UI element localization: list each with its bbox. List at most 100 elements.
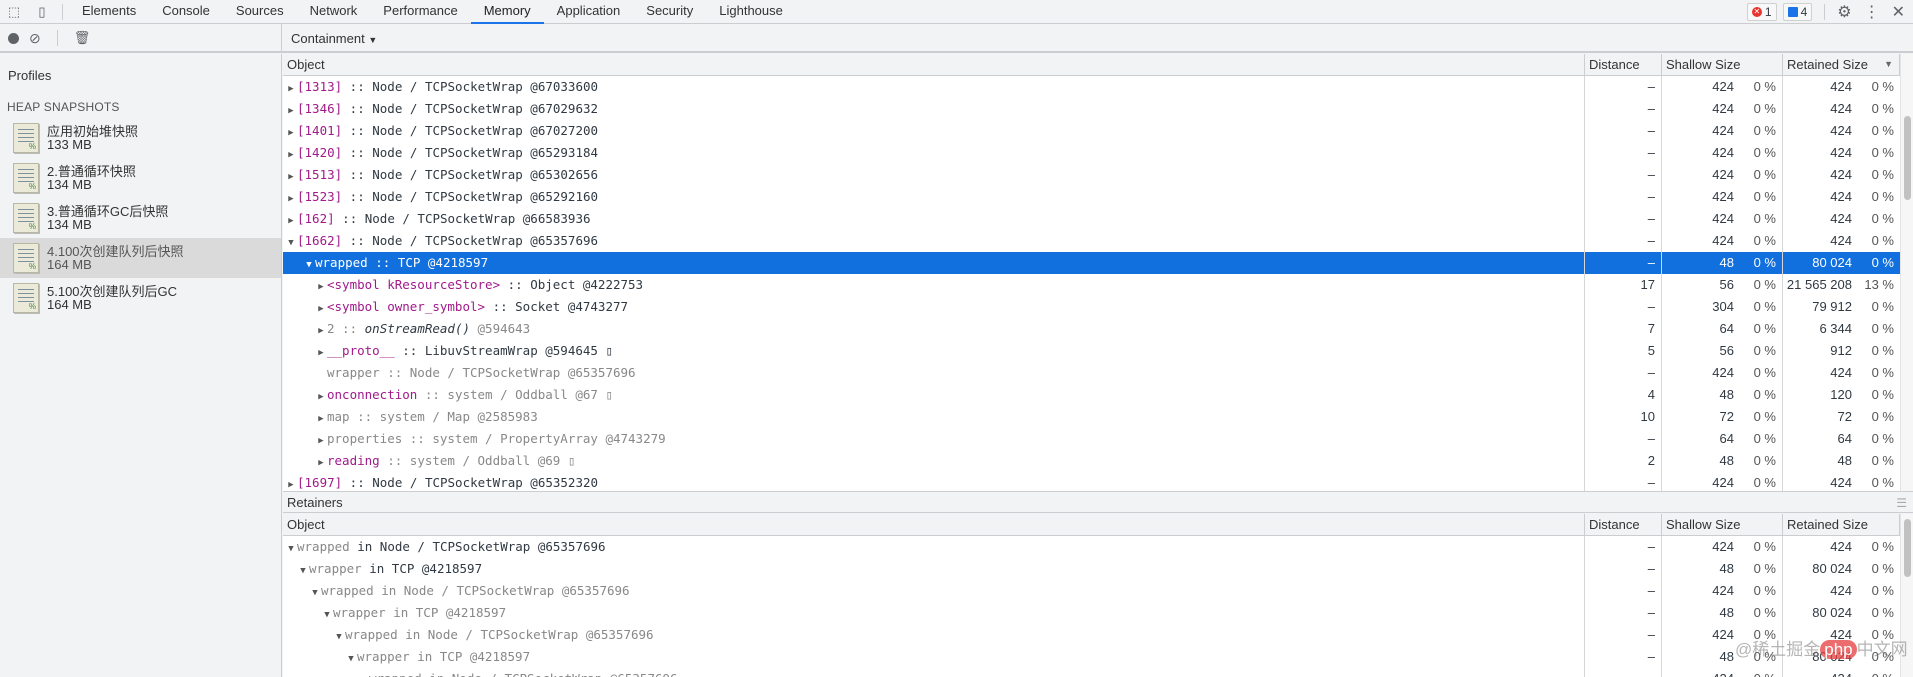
table-row[interactable]: ▶ <symbol owner_symbol> :: Socket @474327… [283, 296, 1913, 318]
table-row[interactable]: ▼ [1662] :: Node / TCPSocketWrap @6535769… [283, 230, 1913, 252]
expanded-arrow-icon[interactable]: ▼ [309, 582, 321, 602]
expanded-arrow-icon[interactable]: ▼ [345, 648, 357, 668]
object-cell: ▼ wrapper in TCP @4218597 [283, 558, 1585, 580]
scrollbar-thumb[interactable] [1904, 519, 1911, 577]
table-row[interactable]: ▶ [1513] :: Node / TCPSocketWrap @6530265… [283, 164, 1913, 186]
table-row[interactable]: ▶ [1401] :: Node / TCPSocketWrap @6702720… [283, 120, 1913, 142]
collapsed-arrow-icon[interactable]: ▶ [315, 342, 327, 362]
expanded-arrow-icon[interactable]: ▼ [303, 254, 315, 274]
column-shallow-size[interactable]: Shallow Size [1662, 54, 1783, 75]
tab-sources[interactable]: Sources [223, 0, 297, 24]
inspect-element-icon[interactable]: ⬚ [0, 0, 28, 24]
resize-handle-icon[interactable]: ☰ [1896, 496, 1907, 510]
tab-performance[interactable]: Performance [370, 0, 470, 24]
table-row[interactable]: ▶ [1346] :: Node / TCPSocketWrap @6702963… [283, 98, 1913, 120]
collapsed-arrow-icon[interactable]: ▶ [315, 408, 327, 428]
gear-icon[interactable]: ⚙ [1837, 2, 1851, 22]
expanded-arrow-icon[interactable]: ▼ [321, 604, 333, 624]
column-object[interactable]: Object [283, 54, 1585, 75]
distance-cell: – [1585, 296, 1662, 318]
column-object[interactable]: Object [283, 514, 1585, 535]
tab-application[interactable]: Application [544, 0, 634, 24]
view-selector[interactable]: Containment ▼ [282, 31, 377, 46]
collapsed-arrow-icon[interactable]: ▶ [315, 298, 327, 318]
table-row[interactable]: ▼wrapped in Node / TCPSocketWrap @653576… [283, 580, 1913, 602]
object-cell: ▼ [1662] :: Node / TCPSocketWrap @6535769… [283, 230, 1585, 252]
snapshot-item[interactable]: % 3.普通循环GC后快照 134 MB [0, 198, 281, 238]
collapsed-arrow-icon[interactable]: ▶ [285, 100, 297, 120]
expanded-arrow-icon[interactable]: ▼ [297, 560, 309, 580]
table-row[interactable]: ▶ [1697] :: Node / TCPSocketWrap @6535232… [283, 472, 1913, 491]
clear-icon[interactable]: ⊘ [29, 30, 41, 47]
table-row[interactable]: ▼wrapped in Node / TCPSocketWrap @653576… [283, 536, 1913, 558]
error-badge[interactable]: ✕ 1 [1746, 2, 1777, 21]
shallow-size-value: 48 [1719, 453, 1734, 468]
collapsed-arrow-icon[interactable]: ▶ [315, 452, 327, 472]
column-distance[interactable]: Distance [1585, 54, 1662, 75]
snapshot-item[interactable]: % 4.100次创建队列后快照 164 MB [0, 238, 281, 278]
expanded-arrow-icon[interactable]: ▼ [285, 538, 297, 558]
table-row[interactable]: ▼wrapper in TCP @4218597–480 %80 0240 % [283, 646, 1913, 668]
table-row[interactable]: ▶ reading :: system / Oddball @69 ▯ 2 48 0 %… [283, 450, 1913, 472]
collapsed-arrow-icon[interactable]: ▶ [285, 166, 297, 186]
column-retained-size[interactable]: Retained Size ▼ [1783, 54, 1900, 75]
distance-cell: – [1585, 164, 1662, 186]
table-row[interactable]: ▼wrapper in TCP @4218597–480 %80 0240 % [283, 558, 1913, 580]
scrollbar[interactable] [1900, 54, 1913, 491]
object-text: 2 :: [327, 321, 365, 336]
collapsed-arrow-icon[interactable]: ▶ [285, 78, 297, 98]
snapshot-text: 3.普通循环GC后快照 134 MB [47, 205, 168, 231]
table-row[interactable]: ▼wrapped in Node / TCPSocketWrap @653576… [283, 668, 1913, 677]
object-text: :: TCP @4218597 [367, 255, 489, 270]
tab-console[interactable]: Console [149, 0, 223, 24]
collapsed-arrow-icon[interactable]: ▶ [315, 386, 327, 406]
object-text: onconnection [327, 387, 418, 402]
snapshot-item[interactable]: % 2.普通循环快照 134 MB [0, 158, 281, 198]
table-row[interactable]: ▶ <symbol kResourceStore> :: Object @4222… [283, 274, 1913, 296]
object-cell: ▶ [162] :: Node / TCPSocketWrap @66583936 [283, 208, 1585, 230]
collapsed-arrow-icon[interactable]: ▶ [285, 474, 297, 491]
collapsed-arrow-icon[interactable]: ▶ [285, 210, 297, 230]
snapshot-item[interactable]: % 应用初始堆快照 133 MB [0, 118, 281, 158]
tab-elements[interactable]: Elements [69, 0, 149, 24]
expanded-arrow-icon[interactable]: ▼ [333, 626, 345, 646]
collapsed-arrow-icon[interactable]: ▶ [315, 430, 327, 450]
message-badge[interactable]: 4 [1782, 2, 1813, 21]
tab-memory[interactable]: Memory [470, 0, 544, 24]
scrollbar-thumb[interactable] [1904, 116, 1911, 200]
column-retained-size[interactable]: Retained Size [1783, 514, 1900, 535]
table-row[interactable]: ▶ [1313] :: Node / TCPSocketWrap @6703360… [283, 76, 1913, 98]
table-row[interactable]: ▶ 2 :: onStreamRead() @594643 7 64 0 % 6 344 0… [283, 318, 1913, 340]
table-row[interactable]: ▼ wrapped :: TCP @4218597–48 0 % 80 024 0 % [283, 252, 1913, 274]
collapsed-arrow-icon[interactable]: ▶ [285, 122, 297, 142]
close-icon[interactable]: ✕ [1892, 2, 1905, 22]
table-row[interactable]: ▶ [1420] :: Node / TCPSocketWrap @6529318… [283, 142, 1913, 164]
expanded-arrow-icon[interactable]: ▼ [285, 232, 297, 252]
column-shallow-size[interactable]: Shallow Size [1662, 514, 1783, 535]
table-row[interactable]: ▶ [162] :: Node / TCPSocketWrap @66583936… [283, 208, 1913, 230]
collapsed-arrow-icon[interactable]: ▶ [285, 144, 297, 164]
view-selector-label: Containment [291, 30, 365, 46]
table-row[interactable]: wrapper :: Node / TCPSocketWrap @6535769… [283, 362, 1913, 384]
shallow-size-value: 424 [1662, 668, 1734, 677]
snapshot-item[interactable]: % 5.100次创建队列后GC 164 MB [0, 278, 281, 318]
collapsed-arrow-icon[interactable]: ▶ [315, 276, 327, 296]
column-distance[interactable]: Distance [1585, 514, 1662, 535]
tab-network[interactable]: Network [297, 0, 371, 24]
table-row[interactable]: ▶ __proto__ :: LibuvStreamWrap @594645 ▯ 5… [283, 340, 1913, 362]
expanded-arrow-icon[interactable]: ▼ [357, 670, 369, 677]
table-row[interactable]: ▶ onconnection :: system / Oddball @67 ▯ 4… [283, 384, 1913, 406]
table-row[interactable]: ▼wrapped in Node / TCPSocketWrap @653576… [283, 624, 1913, 646]
device-toolbar-icon[interactable]: ▯ [28, 0, 56, 24]
table-row[interactable]: ▶ properties :: system / PropertyArray @4… [283, 428, 1913, 450]
record-icon[interactable] [8, 32, 19, 44]
table-row[interactable]: ▼wrapper in TCP @4218597–480 %80 0240 % [283, 602, 1913, 624]
table-row[interactable]: ▶ [1523] :: Node / TCPSocketWrap @6529216… [283, 186, 1913, 208]
collapsed-arrow-icon[interactable]: ▶ [285, 188, 297, 208]
trash-icon[interactable]: 🗑 [74, 30, 91, 46]
table-row[interactable]: ▶ map :: system / Map @2585983 10 72 0 % 72 0 … [283, 406, 1913, 428]
collapsed-arrow-icon[interactable]: ▶ [315, 320, 327, 340]
tab-lighthouse[interactable]: Lighthouse [706, 0, 796, 24]
tab-security[interactable]: Security [633, 0, 706, 24]
more-menu-icon[interactable]: ⋮ [1858, 2, 1886, 22]
